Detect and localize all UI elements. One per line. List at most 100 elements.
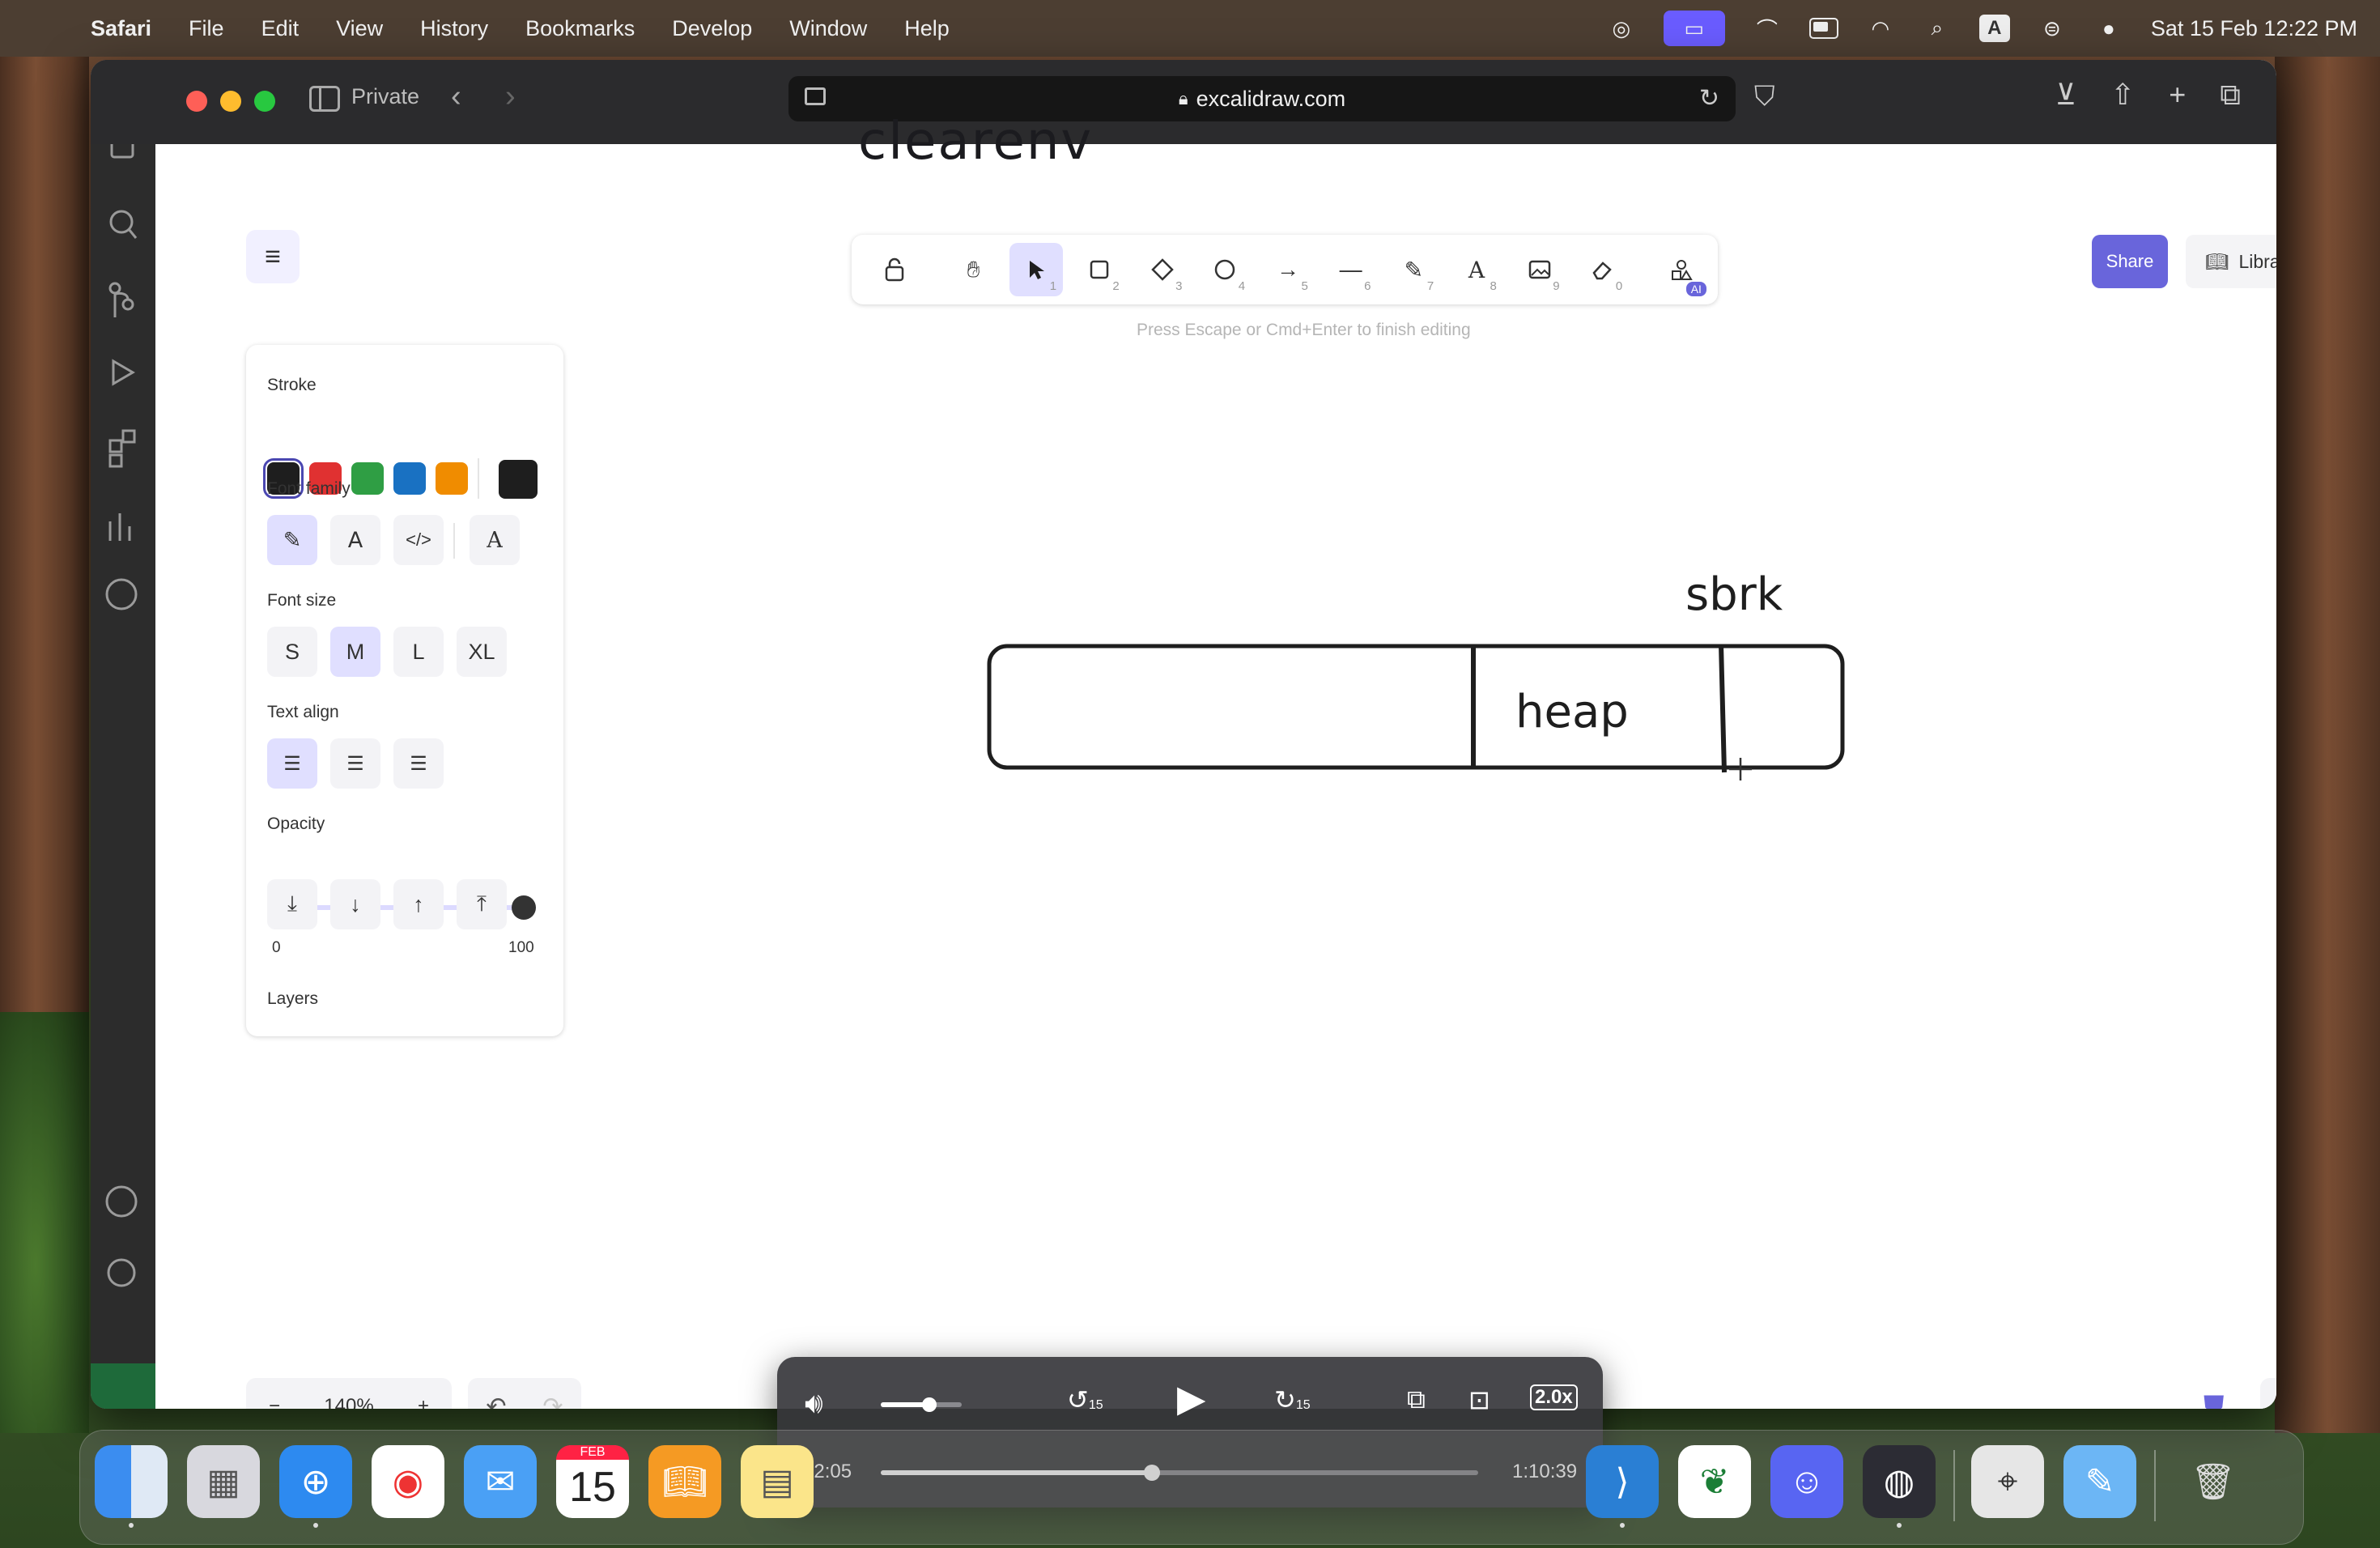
notes-icon[interactable]: ▤ [741,1445,814,1518]
wifi-icon[interactable]: ◠ [1866,16,1895,40]
ellipse-tool-button[interactable]: 4 [1198,243,1252,296]
stroke-color-green[interactable] [351,462,384,495]
reader-mode-icon[interactable] [805,87,826,105]
screen-capture-icon[interactable]: ⌖ [1971,1445,2044,1518]
font-size-s-button[interactable]: S [267,627,317,677]
skip-back-button[interactable]: ↺15 [1067,1384,1103,1415]
image-tool-button[interactable]: 9 [1513,243,1566,296]
headphones-icon[interactable]: ⌒ [1753,16,1782,42]
privacy-shield-icon[interactable]: ⛉ [1754,81,1775,113]
pen-app-icon[interactable]: ✎ [2063,1445,2136,1518]
siri-icon[interactable]: ● [2094,16,2123,40]
diamond-tool-button[interactable]: 3 [1136,243,1189,296]
battery-icon[interactable] [1808,16,1838,40]
stroke-color-blue[interactable] [393,462,426,495]
selection-tool-button[interactable]: 1 [1009,243,1064,296]
close-window-button[interactable] [186,91,207,112]
opacity-slider-thumb[interactable] [512,895,536,920]
arrow-tool-button[interactable]: → 5 [1261,243,1315,296]
launchpad-icon[interactable]: ▦ [187,1445,260,1518]
sidebar-toggle-icon[interactable] [309,86,340,112]
menu-history[interactable]: History [420,16,488,41]
vpn-globe-icon[interactable]: ◎ [1607,16,1636,40]
align-left-button[interactable]: ☰ [267,738,317,789]
menu-help[interactable]: Help [904,16,950,41]
safari-icon[interactable]: ⊕ [279,1445,352,1528]
pencil-tool-button[interactable]: ✎ 7 [1388,243,1441,296]
chrome-icon[interactable]: ◉ [372,1445,444,1518]
volume-slider[interactable] [881,1397,962,1412]
play-button[interactable]: ▶ [1177,1376,1205,1420]
font-code-button[interactable]: </> [393,515,444,565]
eraser-tool-button[interactable]: 0 [1576,243,1630,296]
menu-develop[interactable]: Develop [672,16,752,41]
sbrk-divider[interactable] [1719,644,1727,773]
menu-window[interactable]: Window [789,16,867,41]
send-to-back-button[interactable]: ⤓ [267,879,317,929]
hand-tool-button[interactable]: ✋︎ [947,243,1001,296]
stroke-color-orange[interactable] [436,462,468,495]
send-backward-button[interactable]: ↓ [330,879,380,929]
memory-block-outline[interactable] [987,644,1845,770]
menu-edit[interactable]: Edit [261,16,300,41]
stroke-color-picker[interactable] [499,460,538,499]
help-button[interactable]: ? [2260,1378,2276,1409]
downloads-icon[interactable]: ⊻ [2055,78,2076,113]
align-center-button[interactable]: ☰ [330,738,380,789]
redo-button[interactable]: ↷ [542,1393,563,1410]
encryption-shield-icon[interactable]: ⛊ [2204,1391,2225,1409]
mongodb-compass-icon[interactable]: ❦ [1678,1445,1751,1518]
font-hand-drawn-button[interactable]: ✎ [267,515,317,565]
zoom-in-button[interactable]: + [418,1395,429,1409]
font-size-xl-button[interactable]: XL [457,627,507,677]
sbrk-label[interactable]: sbrk [1685,568,1783,621]
finder-icon[interactable] [95,1445,168,1528]
text-tool-button[interactable]: A 8 [1450,243,1503,296]
volume-thumb[interactable] [922,1397,937,1412]
menu-file[interactable]: File [189,16,224,41]
font-more-button[interactable]: A [470,515,520,565]
calendar-icon[interactable]: FEB 15 [556,1445,629,1518]
bring-to-front-button[interactable]: ⤒ [457,879,507,929]
heap-label[interactable]: heap [1515,686,1629,738]
zoom-out-button[interactable]: − [269,1395,280,1409]
zoom-level[interactable]: 140% [324,1395,373,1409]
discord-icon[interactable]: ☺ [1770,1445,1843,1518]
exit-fullscreen-icon[interactable]: ⊡ [1468,1384,1490,1415]
font-size-l-button[interactable]: L [393,627,444,677]
skip-forward-button[interactable]: ↻15 [1274,1384,1311,1415]
lock-tool-button[interactable] [868,243,921,296]
menubar-clock[interactable]: Sat 15 Feb 12:22 PM [2151,16,2357,41]
line-tool-button[interactable]: — 6 [1324,243,1378,296]
minimize-window-button[interactable] [220,91,241,112]
library-button[interactable]: 📖︎ Library [2186,235,2276,288]
tab-overview-icon[interactable]: ⧉ [2220,78,2241,113]
menu-app-name[interactable]: Safari [91,16,151,41]
screen-mirroring-icon[interactable]: ▭ [1663,11,1725,46]
rectangle-tool-button[interactable]: 2 [1073,243,1126,296]
menu-bookmarks[interactable]: Bookmarks [525,16,635,41]
align-right-button[interactable]: ☰ [393,738,444,789]
books-icon[interactable]: 📖︎ [648,1445,721,1518]
canvas-text-partial[interactable]: clearenv [858,112,1093,172]
trash-icon[interactable]: 🗑︎ [2177,1445,2250,1518]
forward-button[interactable]: › [505,79,516,114]
mail-icon[interactable]: ✉ [464,1445,537,1518]
spotlight-search-icon[interactable]: ⌕ [1923,15,1952,40]
obs-icon[interactable]: ◍ [1863,1445,1936,1528]
zoom-window-button[interactable] [254,91,275,112]
font-normal-button[interactable]: A [330,515,380,565]
ai-tools-button[interactable]: AI [1655,243,1708,296]
playback-speed-button[interactable]: 2.0x [1530,1384,1578,1410]
new-tab-icon[interactable]: + [2169,78,2186,113]
share-sheet-icon[interactable]: ⇧ [2110,78,2135,113]
main-menu-button[interactable]: ≡ [246,230,300,283]
reload-icon[interactable]: ↻ [1699,84,1719,113]
share-button[interactable]: Share [2092,235,2168,288]
control-center-icon[interactable]: ⊜ [2038,16,2067,40]
font-size-m-button[interactable]: M [330,627,380,677]
bring-forward-button[interactable]: ↑ [393,879,444,929]
menu-view[interactable]: View [336,16,383,41]
undo-button[interactable]: ↶ [486,1393,506,1410]
input-source-icon[interactable]: A [1978,15,2010,42]
